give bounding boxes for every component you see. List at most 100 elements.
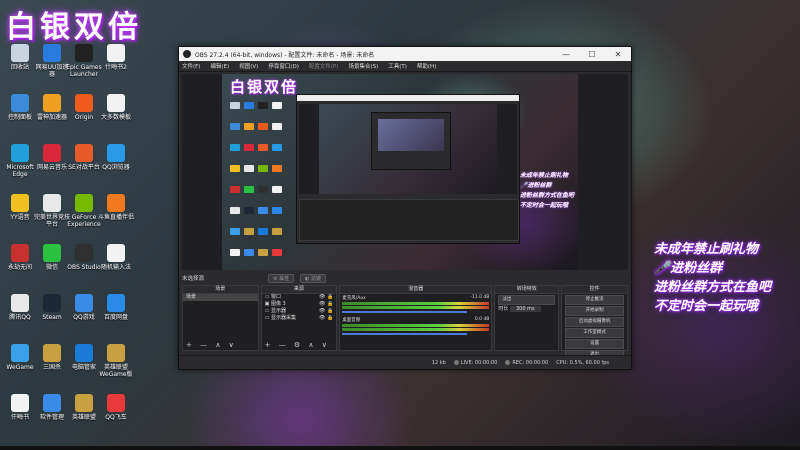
source-item[interactable]: ▭ 显示器采集 👁 🔒 <box>262 315 337 322</box>
source-item[interactable]: ▭ 显示器 👁 🔒 <box>262 308 337 315</box>
source-item[interactable]: ▣ 图像 3 👁 🔒 <box>262 301 337 308</box>
preview-app-icon <box>230 186 240 193</box>
minimize-button[interactable]: — <box>553 50 579 59</box>
desktop-icon[interactable]: 百度网盘 <box>98 294 134 321</box>
obs-preview[interactable]: 白银双倍 未成年禁止刷礼物 🎤进粉丝群 进粉丝群方式在鱼吧 不定时会一起玩哦 <box>182 74 628 270</box>
live-status: LIVE: 00:00:00 <box>453 359 497 366</box>
menu-profile[interactable]: 配置文件(P) <box>309 62 339 70</box>
desktop-icon-label: 软件管理 <box>39 414 64 421</box>
desktop-icon[interactable]: 大多数模板 <box>98 94 134 121</box>
obs-menubar: 文件(F) 编辑(E) 视图(V) 停靠窗口(D) 配置文件(P) 场景集合(S… <box>179 61 631 72</box>
mixer-track-db: 0.0 dB <box>474 317 490 322</box>
desktop-icon-label: WeGame <box>6 364 34 371</box>
source-item[interactable]: ▭ 窗口 👁 🔒 <box>262 294 337 301</box>
preview-app-icon <box>258 249 268 256</box>
rec-status: REC: 00:00:00 <box>505 359 548 366</box>
close-button[interactable]: ✕ <box>605 50 631 59</box>
app-icon <box>107 94 125 112</box>
preview-wallpaper-title: 白银双倍 <box>230 78 299 96</box>
properties-button[interactable]: ⚙ 属性 <box>268 273 295 283</box>
settings-button[interactable]: 设置 <box>565 339 624 349</box>
desktop-icon-label: 腾讯QQ <box>9 314 31 321</box>
desktop-icon[interactable]: SE对战平台 <box>66 144 102 171</box>
menu-tools[interactable]: 工具(T) <box>388 62 407 70</box>
app-icon <box>43 294 61 312</box>
menu-help[interactable]: 帮助(H) <box>417 62 436 70</box>
desktop-icon[interactable]: Origin <box>66 94 102 121</box>
volume-slider[interactable] <box>342 311 468 313</box>
desktop-icon[interactable]: Steam <box>34 294 70 321</box>
desktop-icon[interactable]: QQ飞车 <box>98 394 134 421</box>
desktop-icon-label: 随机输入法 <box>100 264 131 271</box>
desktop-icon[interactable]: YY语音 <box>2 194 38 221</box>
desktop-icon[interactable]: 永劫无间 <box>2 244 38 271</box>
sources-toolbar[interactable]: + — ⚙ ∧ ∨ <box>262 341 337 350</box>
desktop-icon[interactable]: 网易云音乐 <box>34 144 70 171</box>
preview-app-icon <box>258 207 268 214</box>
desktop-icon-label: 大多数模板 <box>100 114 131 121</box>
mixer-track-mic[interactable]: 麦克风/Aux -11.0 dB <box>342 295 490 313</box>
desktop-icon[interactable]: 什晦书2 <box>98 44 134 71</box>
desktop-icon[interactable]: 控制面板 <box>2 94 38 121</box>
mixer-track-desktop[interactable]: 桌面音频 0.0 dB <box>342 317 490 335</box>
preview-app-icon <box>258 102 268 109</box>
desktop-icon[interactable]: 英雄联盟WeGame版 <box>98 344 134 378</box>
volume-meter <box>342 324 490 327</box>
menu-file[interactable]: 文件(F) <box>182 62 200 70</box>
desktop-icon[interactable]: 英雄联盟 <box>66 394 102 421</box>
duration-input[interactable]: 300 ms <box>510 306 541 312</box>
obs-titlebar[interactable]: OBS 27.2.4 (64-bit, windows) - 配置文件: 未命名… <box>179 47 631 61</box>
desktop-icon[interactable]: QQ浏览器 <box>98 144 134 171</box>
filters-button[interactable]: ◐ 滤镜 <box>300 273 327 283</box>
desktop-icon[interactable]: 雷神加速器 <box>34 94 70 121</box>
desktop-icon[interactable]: 随机输入法 <box>98 244 134 271</box>
start-recording-button[interactable]: 开始录制 <box>565 306 624 316</box>
preview-app-icon <box>244 144 254 151</box>
desktop-icon[interactable]: 微信 <box>34 244 70 271</box>
desktop-icon[interactable]: 三国杀 <box>34 344 70 371</box>
menu-docks[interactable]: 停靠窗口(D) <box>268 62 299 70</box>
preview-app-icon <box>244 249 254 256</box>
desktop-icon[interactable]: Epic Games Launcher <box>66 44 102 78</box>
scenes-toolbar[interactable]: + — ∧ ∨ <box>183 341 258 350</box>
desktop-icon[interactable]: 仟晦书 <box>2 394 38 421</box>
app-icon <box>107 244 125 262</box>
desktop-icon-label: 英雄联盟 <box>71 414 96 421</box>
menu-edit[interactable]: 编辑(E) <box>210 62 229 70</box>
stop-streaming-button[interactable]: 停止推流 <box>565 295 624 305</box>
studio-mode-button[interactable]: 工作室模式 <box>565 328 624 338</box>
menu-scene-collection[interactable]: 场景集合(S) <box>348 62 378 70</box>
desktop-icon[interactable]: WeGame <box>2 344 38 371</box>
desktop-icon[interactable]: 软件管理 <box>34 394 70 421</box>
maximize-button[interactable]: ☐ <box>579 50 605 59</box>
desktop-icon-label: 仟晦书 <box>10 414 29 421</box>
desktop-icon-label: QQ飞车 <box>105 414 127 421</box>
desktop-icon[interactable]: QQ游戏 <box>66 294 102 321</box>
desktop-icon[interactable]: 网易UU加速器 <box>34 44 70 78</box>
scene-item[interactable]: 场景 <box>183 294 258 301</box>
transition-select[interactable]: 淡出 <box>498 295 556 305</box>
app-icon <box>43 144 61 162</box>
menu-view[interactable]: 视图(V) <box>239 62 258 70</box>
app-icon <box>43 94 61 112</box>
app-icon <box>11 44 29 62</box>
desktop-icon[interactable]: 电脑管家 <box>66 344 102 371</box>
nested-obs-window-2 <box>371 112 451 170</box>
app-icon <box>43 344 61 362</box>
virtual-camera-button[interactable]: 启动虚拟摄像机 <box>565 317 624 327</box>
desktop-icon[interactable]: OBS Studio <box>66 244 102 271</box>
volume-slider[interactable] <box>342 333 468 335</box>
desktop-icon[interactable]: 斗鱼直播伴侣 <box>98 194 134 221</box>
desktop-icon[interactable]: 回收站 <box>2 44 38 71</box>
app-icon <box>107 144 125 162</box>
desktop-icon[interactable]: 腾讯QQ <box>2 294 38 321</box>
desktop-icon-label: Epic Games Launcher <box>66 64 102 78</box>
obs-window[interactable]: OBS 27.2.4 (64-bit, windows) - 配置文件: 未命名… <box>178 46 632 370</box>
app-icon <box>11 344 29 362</box>
preview-app-icon <box>244 165 254 172</box>
app-icon <box>75 344 93 362</box>
desktop-icon[interactable]: Microsoft Edge <box>2 144 38 178</box>
app-icon <box>75 194 93 212</box>
desktop-icon[interactable]: 完美世界竞技平台 <box>34 194 70 228</box>
desktop-icon[interactable]: GeForce Experience <box>66 194 102 228</box>
